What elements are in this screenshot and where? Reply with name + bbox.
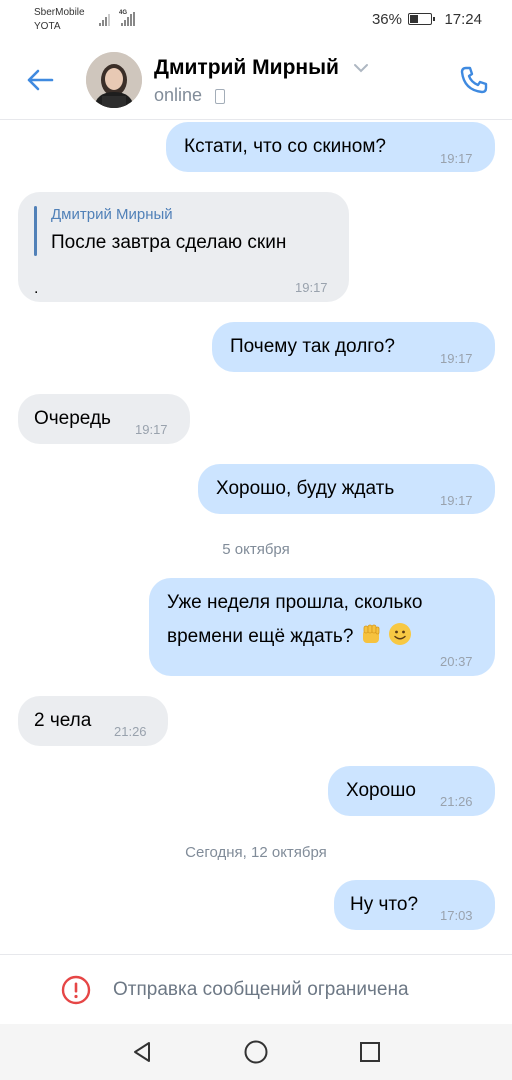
message-bubble-outgoing[interactable]: Хорошо, буду ждать 19:17 <box>198 464 495 514</box>
message-bubble-incoming[interactable]: Дмитрий Мирный После завтра сделаю скин … <box>18 192 349 302</box>
message-bubble-outgoing[interactable]: Ну что? 17:03 <box>334 880 495 930</box>
warning-circle-icon <box>61 975 91 1005</box>
message-text: Почему так долго? <box>230 336 395 357</box>
message-text: . <box>34 280 39 297</box>
nav-back-button[interactable] <box>126 1036 158 1068</box>
message-time: 19:17 <box>440 351 473 366</box>
smile-emoji-icon <box>388 623 411 645</box>
call-button[interactable] <box>452 58 496 102</box>
nav-home-button[interactable] <box>240 1036 272 1068</box>
nav-recents-button[interactable] <box>354 1036 386 1068</box>
square-recents-icon <box>360 1042 380 1062</box>
system-navigation-bar <box>0 1024 512 1080</box>
message-time: 21:26 <box>114 724 147 739</box>
signal-icon <box>99 12 110 26</box>
circle-home-icon <box>244 1040 268 1064</box>
message-text: 2 чела <box>34 710 92 731</box>
chat-header: Дмитрий Мирный online <box>0 38 512 120</box>
status-bar: SberMobile YOTA 4G 36% 17:24 <box>0 0 512 38</box>
message-list[interactable]: Кстати, что со скином? 19:17 Дмитрий Мир… <box>0 120 512 954</box>
carrier-label: SberMobile YOTA <box>34 7 85 32</box>
battery-icon <box>408 13 435 25</box>
message-time: 21:26 <box>440 794 473 809</box>
reply-text[interactable]: После завтра сделаю скин <box>51 232 286 254</box>
reply-author[interactable]: Дмитрий Мирный <box>51 206 173 223</box>
message-bubble-outgoing[interactable]: Почему так долго? 19:17 <box>212 322 495 372</box>
date-separator: 5 октября <box>222 541 290 558</box>
message-time: 17:03 <box>440 908 473 923</box>
mobile-device-icon <box>215 89 225 104</box>
signal-icon-2 <box>121 12 135 26</box>
message-bubble-outgoing[interactable]: Уже неделя прошла, сколько времени ещё ж… <box>149 578 495 676</box>
message-text: Ну что? <box>350 894 419 915</box>
message-bubble-outgoing[interactable]: Кстати, что со скином? 19:17 <box>166 122 495 172</box>
message-bubble-outgoing[interactable]: Хорошо 21:26 <box>328 766 495 816</box>
message-text: Хорошо, буду ждать <box>216 478 395 499</box>
battery-percent: 36% <box>371 11 402 28</box>
message-text-line1: Уже неделя прошла, сколько <box>167 592 423 613</box>
restricted-message: Отправка сообщений ограничена <box>113 979 409 1000</box>
date-separator: Сегодня, 12 октября <box>185 844 327 861</box>
status-clock: 17:24 <box>444 11 482 28</box>
message-bubble-incoming[interactable]: Очередь 19:17 <box>18 394 190 444</box>
chevron-down-icon[interactable] <box>353 62 369 74</box>
messaging-restricted-bar: Отправка сообщений ограничена <box>0 954 512 1024</box>
triangle-back-icon <box>134 1042 150 1062</box>
raised-fist-emoji-icon <box>362 624 380 643</box>
reply-quote-bar <box>34 206 37 256</box>
message-time: 20:37 <box>440 654 473 669</box>
message-text: Хорошо <box>346 780 416 801</box>
contact-name[interactable]: Дмитрий Мирный <box>154 56 339 80</box>
message-text: Кстати, что со скином? <box>184 136 386 157</box>
message-text-line2-wrap: времени ещё ждать? <box>167 622 412 648</box>
phone-icon <box>460 66 488 94</box>
avatar[interactable] <box>86 52 142 108</box>
message-bubble-incoming[interactable]: 2 чела 21:26 <box>18 696 168 746</box>
message-time: 19:17 <box>295 280 328 295</box>
message-text-line2: времени ещё ждать? <box>167 626 354 647</box>
message-time: 19:17 <box>135 422 168 437</box>
message-time: 19:17 <box>440 493 473 508</box>
back-button[interactable] <box>18 58 62 102</box>
presence-status: online <box>154 85 203 105</box>
arrow-left-icon <box>27 69 54 91</box>
message-text: Очередь <box>34 408 111 429</box>
message-time: 19:17 <box>440 151 473 166</box>
